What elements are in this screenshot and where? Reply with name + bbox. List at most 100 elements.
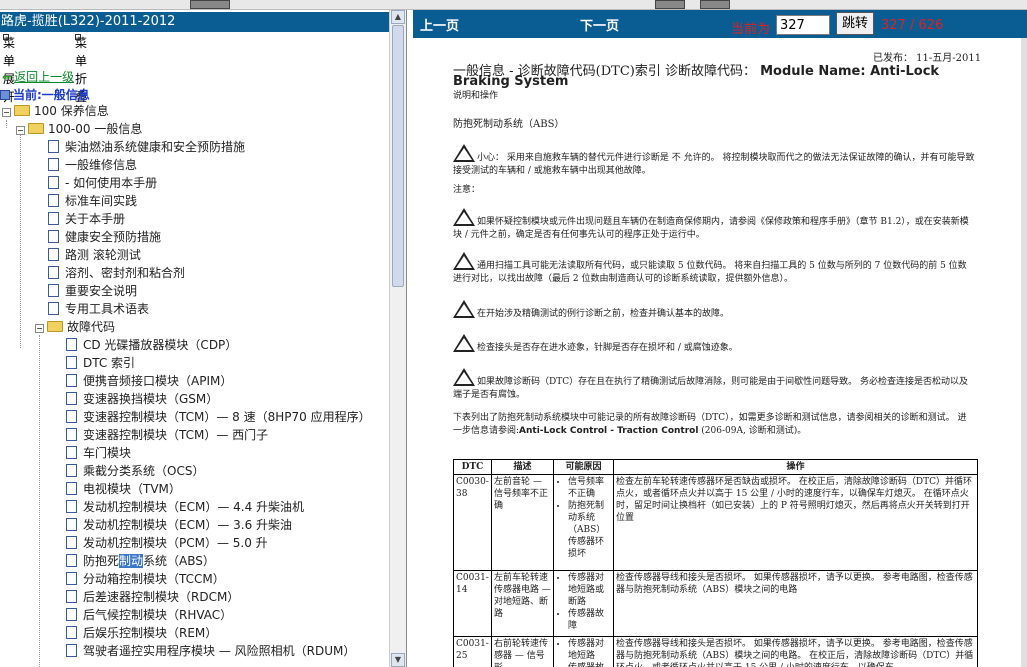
tree-item[interactable]: - 如何使用本手册 xyxy=(48,174,157,192)
tree-item[interactable]: 变速器控制模块（TCM）— 8 速（8HP70 应用程序） xyxy=(66,408,371,426)
toolbar-button[interactable] xyxy=(190,0,230,9)
tree-item[interactable]: 后气候控制模块（RHVAC） xyxy=(66,606,232,624)
tree-item-label: 柴油燃油系统健康和安全预防措施 xyxy=(65,140,246,154)
tree-item-label: 发动机控制模块（ECM）— 3.6 升柴油 xyxy=(83,518,293,532)
document-icon xyxy=(66,536,77,549)
tree-item-label: 变速器控制模块（TCM）— 西门子 xyxy=(83,428,269,442)
tree-item[interactable]: 后娱乐控制模块（REM） xyxy=(66,624,217,642)
tree-item[interactable]: − 故障代码 xyxy=(35,318,115,336)
table-row: C0030-38左前音轮 — 信号频率不正确信号频率不正确防抱死制动系统（ABS… xyxy=(453,474,978,571)
document-icon xyxy=(66,482,77,495)
tree-item[interactable]: 变速器换挡模块（GSM） xyxy=(66,390,218,408)
table-cell-action: 检查传感器导线和接头是否损坏。 如果传感器损坏，请予以更换。 参考电路图，检查传… xyxy=(613,636,978,667)
label-part: 系统（ABS） xyxy=(143,554,215,568)
toolbar-button[interactable] xyxy=(700,0,730,9)
tree-item[interactable]: − 100-00 一般信息 xyxy=(16,120,142,138)
tree-item[interactable]: 后差速器控制模块（RDCM） xyxy=(66,588,239,606)
tree-item[interactable]: CD 光碟播放器模块（CDP） xyxy=(66,336,237,354)
tree-item[interactable]: − 100 保养信息 xyxy=(2,102,109,120)
next-page-button[interactable]: 下一页 xyxy=(580,15,619,34)
tree-item[interactable]: 重要安全说明 xyxy=(48,282,137,300)
tree-item[interactable]: 防抱死制动系统（ABS） xyxy=(66,552,215,570)
right-scrollbar[interactable] xyxy=(1021,38,1027,667)
tree-item[interactable]: 发动机控制模块（PCM）— 5.0 升 xyxy=(66,534,268,552)
collapse-toggle-icon[interactable]: − xyxy=(35,324,44,333)
tree-line xyxy=(6,120,7,128)
section-title: 防抱死制动系统（ABS） xyxy=(453,119,565,130)
toolbar-button[interactable] xyxy=(655,0,685,9)
tree-line xyxy=(20,132,21,348)
tree-item[interactable]: 变速器控制模块（TCM）— 西门子 xyxy=(66,426,268,444)
page-number-input[interactable] xyxy=(776,15,830,35)
table-header-row: DTC 描述 可能原因 操作 xyxy=(453,459,978,475)
tree-item[interactable]: 电视模块（TVM） xyxy=(66,480,181,498)
collapse-toggle-icon[interactable]: − xyxy=(2,108,11,117)
tree-item[interactable]: 标准车间实践 xyxy=(48,192,137,210)
tree-item-label: 后差速器控制模块（RDCM） xyxy=(83,590,240,604)
table-cell-desc: 左前车轮转速传感器电路 — 对地短路、断路 xyxy=(491,570,554,637)
doc-heading-bold: Module Name: Anti-Lock xyxy=(760,64,940,79)
tree-item[interactable]: 便携音频接口模块（APIM） xyxy=(66,372,232,390)
doc-subtitle: 说明和操作 xyxy=(453,91,499,101)
tree-item[interactable]: 分动箱控制模块（TCCM） xyxy=(66,570,225,588)
document-icon xyxy=(48,194,59,207)
tree-item[interactable]: DTC 索引 xyxy=(66,354,135,372)
folder-icon xyxy=(14,105,30,116)
warning-icon xyxy=(453,334,475,352)
tree-item[interactable]: 驾驶者遥控实用程序模块 — 风险照相机（RDUM） xyxy=(66,642,355,660)
tree-item[interactable]: 关于本手册 xyxy=(48,210,125,228)
document-icon xyxy=(66,554,77,567)
document-icon xyxy=(48,140,59,153)
document-icon xyxy=(66,572,77,585)
tree-item-label: - 如何使用本手册 xyxy=(65,176,158,190)
document-icon xyxy=(66,626,77,639)
window-top-strip xyxy=(0,0,1027,10)
document-icon xyxy=(66,644,77,657)
tree-item-label: 溶剂、密封剂和粘合剂 xyxy=(65,266,186,280)
note-5-text: 如果故障诊断码（DTC）存在且在执行了精确测试后故障消除，则可能是由于间歇性问题… xyxy=(453,377,968,400)
tree-item-label: 一般维修信息 xyxy=(65,158,138,172)
tree-item[interactable]: 柴油燃油系统健康和安全预防措施 xyxy=(48,138,245,156)
prev-page-button[interactable]: 上一页 xyxy=(420,15,459,34)
table-cell-causes: 传感器对地短路或断路传感器故障 xyxy=(553,570,614,637)
table-intro: 下表列出了防抱死制动系统模块中可能记录的所有故障诊断码（DTC），如需更多诊断和… xyxy=(453,412,975,438)
back-link[interactable]: ⇐ 返回上一级 xyxy=(2,68,74,85)
go-button[interactable]: 跳转 xyxy=(836,12,874,35)
scroll-up-icon[interactable]: ▲ xyxy=(391,10,405,24)
document-icon xyxy=(66,500,77,513)
tree-item-label: 驾驶者遥控实用程序模块 — 风险照相机（RDUM） xyxy=(83,644,356,658)
tree-item[interactable]: 一般维修信息 xyxy=(48,156,137,174)
document-icon xyxy=(48,284,59,297)
document-icon xyxy=(48,302,59,315)
tree-item-label: 变速器换挡模块（GSM） xyxy=(83,392,219,406)
tree-item[interactable]: 健康安全预防措施 xyxy=(48,228,161,246)
table-header-cell: 操作 xyxy=(613,459,978,475)
folder-icon xyxy=(47,321,63,332)
tree-item[interactable]: 专用工具术语表 xyxy=(48,300,149,318)
left-scrollbar[interactable]: ▲ ▼ xyxy=(389,10,406,667)
current-location: 当前:一般信息 xyxy=(0,86,90,103)
cause-item: 防抱死制动系统（ABS）传感器环损坏 xyxy=(568,500,611,560)
left-pane: 路虎-揽胜(L322)-2011-2012 菜单展开 菜单折叠 ⇐返回上一级 当… xyxy=(0,10,407,667)
document-icon xyxy=(48,158,59,171)
right-pane: 上一页 下一页 当前为 跳转 327 / 626 已发布： 11-五月-2011… xyxy=(413,10,1027,667)
tree-item[interactable]: 车门模块 xyxy=(66,444,131,462)
causes-list: 传感器对地短路传感器故 xyxy=(568,638,611,667)
dtc-table: DTC描述可能原因操作 C0030-38左前音轮 — 信号频率不正确信号频率不正… xyxy=(453,459,978,667)
tree-item[interactable]: 乘截分类系统（OCS） xyxy=(66,462,204,480)
tree-item[interactable]: 发动机控制模块（ECM）— 4.4 升柴油机 xyxy=(66,498,304,516)
note-2-text: 通用扫描工具可能无法读取所有代码，或只能读取 5 位数代码。 将来自扫描工具的 … xyxy=(453,261,967,284)
table-cell-causes: 传感器对地短路传感器故 xyxy=(553,636,614,667)
scroll-thumb[interactable] xyxy=(392,25,404,287)
collapse-toggle-icon[interactable]: − xyxy=(16,126,25,135)
intro-link-text[interactable]: Anti-Lock Control - Traction Control xyxy=(519,426,698,436)
table-cell-action: 检查左前车轮转速传感器环是否缺齿或损坏。 在校正后，清除故障诊断码（DTC）并循… xyxy=(613,474,978,571)
document-icon xyxy=(66,374,77,387)
scroll-down-icon[interactable]: ▼ xyxy=(391,653,405,667)
tree-item[interactable]: 路测 滚轮测试 xyxy=(48,246,141,264)
table-header-cell: 描述 xyxy=(491,459,554,475)
tree-item[interactable]: 溶剂、密封剂和粘合剂 xyxy=(48,264,185,282)
tree-item[interactable]: 发动机控制模块（ECM）— 3.6 升柴油 xyxy=(66,516,292,534)
causes-list: 信号频率不正确防抱死制动系统（ABS）传感器环损坏 xyxy=(568,476,611,560)
current-page-label: 当前为 xyxy=(731,22,771,37)
